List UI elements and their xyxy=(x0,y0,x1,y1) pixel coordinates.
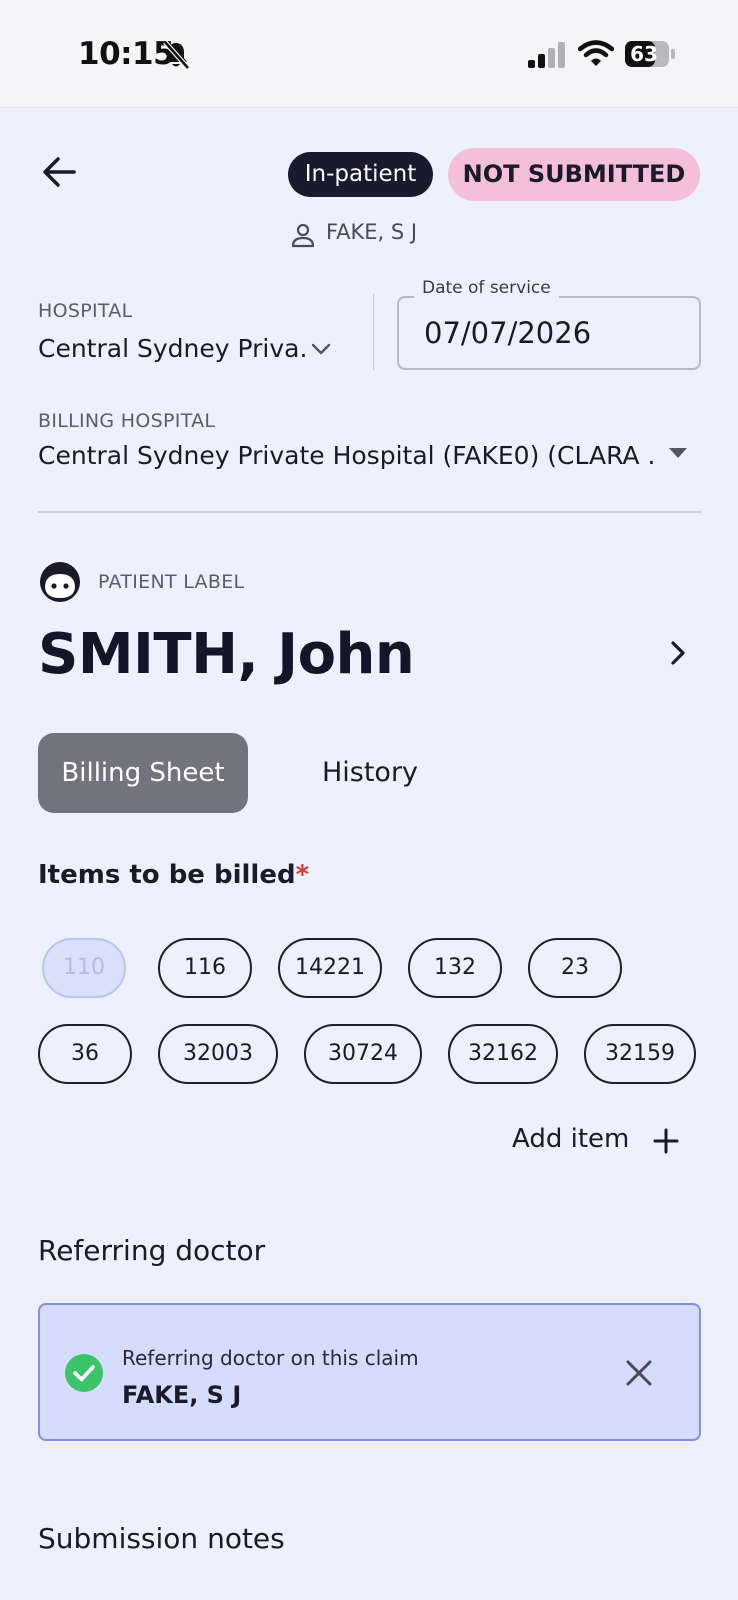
status-time: 10:15 xyxy=(78,36,175,72)
item-chip[interactable]: 36 xyxy=(38,1024,132,1084)
close-icon[interactable] xyxy=(624,1358,654,1388)
referring-doctor-card-label: Referring doctor on this claim xyxy=(122,1346,419,1370)
item-chip[interactable]: 132 xyxy=(408,938,502,998)
chevron-right-icon[interactable] xyxy=(664,637,692,669)
bell-muted-icon xyxy=(163,40,190,70)
billing-hospital-select[interactable]: Central Sydney Private Hospital (FAKE0) … xyxy=(38,441,656,470)
item-chip[interactable]: 110 xyxy=(42,938,126,998)
encounter-type-badge: In-patient xyxy=(288,152,433,197)
date-of-service-value[interactable]: 07/07/2026 xyxy=(424,316,591,350)
referring-doctor-card xyxy=(38,1303,701,1441)
chevron-down-icon[interactable] xyxy=(308,336,334,362)
referring-doctor-heading: Referring doctor xyxy=(38,1234,266,1267)
item-chip[interactable]: 32003 xyxy=(158,1024,278,1084)
patient-name: SMITH, John xyxy=(38,622,415,687)
billing-hospital-label: BILLING HOSPITAL xyxy=(38,410,216,432)
dropdown-triangle-icon[interactable] xyxy=(666,445,690,461)
date-of-service-label: Date of service xyxy=(414,278,559,298)
header-doctor-name: FAKE, S J xyxy=(326,220,418,244)
claim-status-badge: NOT SUBMITTED xyxy=(448,148,700,201)
hospital-label: HOSPITAL xyxy=(38,300,133,322)
item-chip[interactable]: 32162 xyxy=(448,1024,558,1084)
item-chip[interactable]: 14221 xyxy=(278,938,382,998)
plus-icon[interactable] xyxy=(652,1127,680,1155)
battery-level: 63 xyxy=(630,42,658,66)
hospital-select[interactable]: Central Sydney Priva... xyxy=(38,334,306,363)
add-item-button[interactable]: Add item xyxy=(512,1124,629,1154)
cellular-signal-icon xyxy=(528,42,565,68)
wifi-icon xyxy=(578,40,614,66)
check-circle-icon xyxy=(65,1354,103,1392)
back-arrow-icon[interactable] xyxy=(38,150,82,194)
tab-history[interactable]: History xyxy=(290,733,450,813)
item-chip[interactable]: 23 xyxy=(528,938,622,998)
referring-doctor-card-name: FAKE, S J xyxy=(122,1381,242,1409)
patient-label: PATIENT LABEL xyxy=(98,571,245,593)
items-heading: Items to be billed* xyxy=(38,860,309,890)
person-icon xyxy=(291,223,315,248)
item-chip[interactable]: 30724 xyxy=(304,1024,422,1084)
required-marker: * xyxy=(295,860,310,890)
status-bar: 10:15 63 xyxy=(0,0,738,108)
patient-face-icon xyxy=(40,562,80,602)
field-divider xyxy=(373,294,374,370)
section-divider xyxy=(38,511,701,513)
item-chip[interactable]: 32159 xyxy=(584,1024,696,1084)
item-chip[interactable]: 116 xyxy=(158,938,252,998)
items-heading-text: Items to be billed xyxy=(38,860,296,890)
submission-notes-heading: Submission notes xyxy=(38,1522,285,1555)
tab-billing-sheet[interactable]: Billing Sheet xyxy=(38,733,248,813)
